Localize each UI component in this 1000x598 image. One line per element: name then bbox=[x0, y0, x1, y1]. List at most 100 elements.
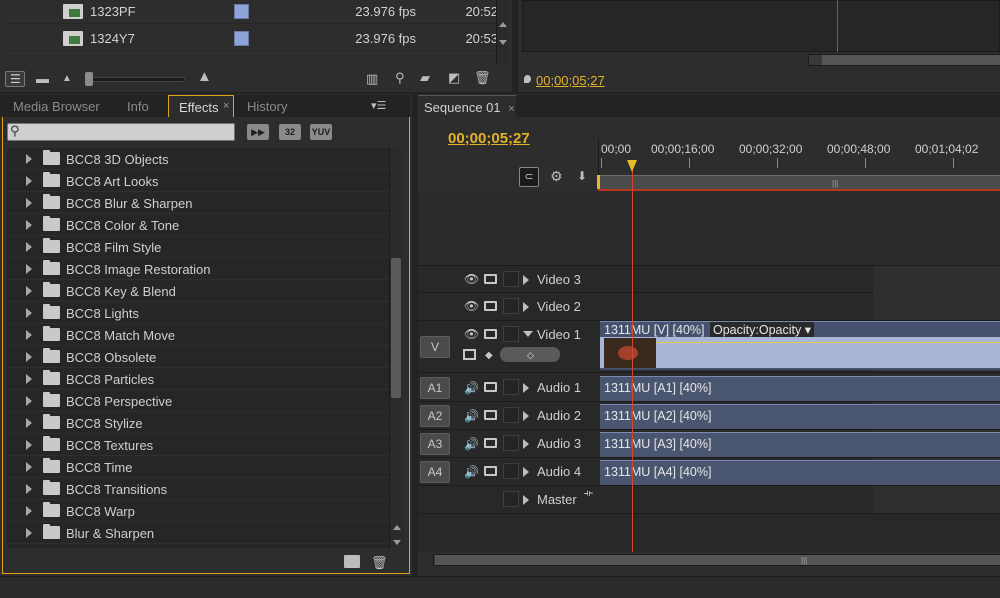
effects-search-input[interactable] bbox=[7, 123, 235, 141]
disclosure-triangle-icon[interactable] bbox=[26, 440, 32, 450]
effects-folder[interactable]: BCC8 Film Style bbox=[7, 236, 389, 258]
disclosure-triangle-icon[interactable] bbox=[26, 154, 32, 164]
sync-lock-icon[interactable] bbox=[484, 466, 497, 476]
zoom-out-mountain-icon[interactable]: ▲ bbox=[62, 72, 72, 85]
effects-folder[interactable]: BCC8 Textures bbox=[7, 434, 389, 456]
effects-folder[interactable]: BCC8 Stylize bbox=[7, 412, 389, 434]
sync-lock-icon[interactable] bbox=[484, 438, 497, 448]
timeline-scrollbar-thumb[interactable] bbox=[435, 555, 1000, 565]
effects-folder[interactable]: BCC8 Obsolete bbox=[7, 346, 389, 368]
effects-folder[interactable]: BCC8 Image Restoration bbox=[7, 258, 389, 280]
effects-folder[interactable]: BCC8 Perspective bbox=[7, 390, 389, 412]
track-lock-toggle[interactable] bbox=[503, 298, 519, 314]
effects-folder[interactable]: BCC8 Lights bbox=[7, 302, 389, 324]
opacity-property-dropdown[interactable]: Opacity:Opacity ▾ bbox=[710, 322, 814, 337]
disclosure-triangle-icon[interactable] bbox=[26, 374, 32, 384]
find-icon[interactable]: ⚲ bbox=[395, 71, 405, 84]
zoom-slider-track[interactable] bbox=[85, 77, 185, 82]
expand-track-icon[interactable] bbox=[523, 495, 529, 505]
sync-lock-icon[interactable] bbox=[484, 301, 497, 311]
disclosure-triangle-icon[interactable] bbox=[26, 484, 32, 494]
delete-custom-item-icon[interactable]: 🗑 bbox=[371, 555, 388, 571]
expand-track-icon[interactable] bbox=[523, 411, 529, 421]
snap-toggle-icon[interactable]: ⊂ bbox=[519, 167, 539, 187]
zoom-slider-knob[interactable] bbox=[85, 72, 93, 86]
disclosure-triangle-icon[interactable] bbox=[26, 286, 32, 296]
add-keyframe-icon[interactable]: ◇ bbox=[527, 350, 534, 361]
disclosure-triangle-icon[interactable] bbox=[26, 308, 32, 318]
project-row[interactable]: 1324Y7 23.976 fps 20:53 bbox=[8, 27, 498, 51]
eye-icon[interactable]: 👁 bbox=[464, 272, 479, 286]
effects-folder[interactable]: Blur & Sharpen bbox=[7, 522, 389, 544]
effects-folder[interactable]: BCC8 Art Looks bbox=[7, 170, 389, 192]
project-row[interactable]: 1323PF 23.976 fps 20:52 bbox=[8, 0, 498, 24]
marker-icon[interactable] bbox=[524, 75, 531, 83]
disclosure-triangle-icon[interactable] bbox=[26, 418, 32, 428]
yuv-filter-button[interactable]: YUV bbox=[310, 124, 332, 140]
effects-folder[interactable]: BCC8 Color & Tone bbox=[7, 214, 389, 236]
scroll-up-arrow-icon[interactable] bbox=[393, 525, 401, 530]
trash-icon[interactable]: 🗑 bbox=[474, 71, 491, 84]
effects-scrollbar-thumb[interactable] bbox=[391, 258, 401, 398]
disclosure-triangle-icon[interactable] bbox=[26, 528, 32, 538]
label-color-swatch[interactable] bbox=[234, 4, 249, 19]
expand-track-icon[interactable] bbox=[523, 275, 529, 285]
scroll-down-arrow-icon[interactable] bbox=[393, 540, 401, 545]
opacity-rubberband[interactable] bbox=[656, 342, 1000, 343]
disclosure-triangle-icon[interactable] bbox=[26, 242, 32, 252]
effects-folder[interactable]: BCC8 Time bbox=[7, 456, 389, 478]
set-display-style-icon[interactable] bbox=[463, 349, 476, 360]
track-lock-toggle[interactable] bbox=[503, 463, 519, 479]
source-patch-audio[interactable]: A4 bbox=[420, 461, 450, 483]
tab-media-browser[interactable]: Media Browser bbox=[4, 95, 114, 117]
eye-icon[interactable]: 👁 bbox=[464, 299, 479, 313]
close-tab-icon[interactable]: × bbox=[508, 103, 514, 115]
tab-sequence[interactable]: Sequence 01 × bbox=[418, 95, 516, 117]
icon-view-icon[interactable]: ▬ bbox=[36, 72, 49, 85]
speaker-icon[interactable]: 🔊 bbox=[464, 381, 479, 395]
speaker-icon[interactable]: 🔊 bbox=[464, 409, 479, 423]
close-tab-icon[interactable]: × bbox=[223, 100, 229, 112]
zoom-in-mountain-icon[interactable]: ▲ bbox=[197, 69, 212, 84]
scroll-down-arrow-icon[interactable] bbox=[499, 40, 507, 45]
disclosure-triangle-icon[interactable] bbox=[26, 220, 32, 230]
collapse-track-icon[interactable] bbox=[523, 331, 533, 337]
expand-track-icon[interactable] bbox=[523, 383, 529, 393]
new-item-icon[interactable]: ◩ bbox=[448, 71, 460, 84]
disclosure-triangle-icon[interactable] bbox=[26, 330, 32, 340]
effects-folder[interactable]: BCC8 3D Objects bbox=[7, 148, 389, 170]
disclosure-triangle-icon[interactable] bbox=[26, 176, 32, 186]
disclosure-triangle-icon[interactable] bbox=[26, 396, 32, 406]
accelerated-effects-filter-icon[interactable]: ▶▶ bbox=[247, 124, 269, 140]
disclosure-triangle-icon[interactable] bbox=[26, 264, 32, 274]
track-lock-toggle[interactable] bbox=[503, 407, 519, 423]
list-view-button[interactable] bbox=[5, 71, 25, 87]
sync-lock-icon[interactable] bbox=[484, 274, 497, 284]
effects-folder[interactable]: BCC8 Key & Blend bbox=[7, 280, 389, 302]
sync-lock-icon[interactable] bbox=[484, 382, 497, 392]
effects-folder[interactable]: BCC8 Warp bbox=[7, 500, 389, 522]
tab-info[interactable]: Info bbox=[117, 95, 167, 117]
program-timecode[interactable]: 00;00;05;27 bbox=[536, 73, 605, 88]
expand-track-icon[interactable] bbox=[523, 439, 529, 449]
sequence-timecode[interactable]: 00;00;05;27 bbox=[448, 130, 530, 147]
source-patch-video[interactable]: V bbox=[420, 336, 450, 358]
add-marker-icon[interactable]: ⬇ bbox=[577, 169, 587, 183]
disclosure-triangle-icon[interactable] bbox=[26, 352, 32, 362]
expand-track-icon[interactable] bbox=[523, 302, 529, 312]
label-color-swatch[interactable] bbox=[234, 31, 249, 46]
scrollbar-grip-icon[interactable]: ||| bbox=[801, 556, 807, 565]
sync-lock-icon[interactable] bbox=[484, 410, 497, 420]
expand-track-icon[interactable] bbox=[523, 467, 529, 477]
new-custom-bin-icon[interactable] bbox=[344, 555, 360, 568]
eye-icon[interactable]: 👁 bbox=[464, 327, 479, 341]
panel-menu-icon[interactable]: ▾☰ bbox=[371, 100, 386, 113]
track-lock-toggle[interactable] bbox=[503, 491, 519, 507]
source-patch-audio[interactable]: A3 bbox=[420, 433, 450, 455]
show-keyframes-icon[interactable]: ◆ bbox=[485, 350, 493, 361]
effects-folder[interactable]: BCC8 Particles bbox=[7, 368, 389, 390]
new-bin-icon[interactable]: ▰ bbox=[420, 71, 430, 84]
disclosure-triangle-icon[interactable] bbox=[26, 462, 32, 472]
sync-lock-icon[interactable] bbox=[484, 329, 497, 339]
work-area-bar[interactable] bbox=[598, 175, 1000, 189]
